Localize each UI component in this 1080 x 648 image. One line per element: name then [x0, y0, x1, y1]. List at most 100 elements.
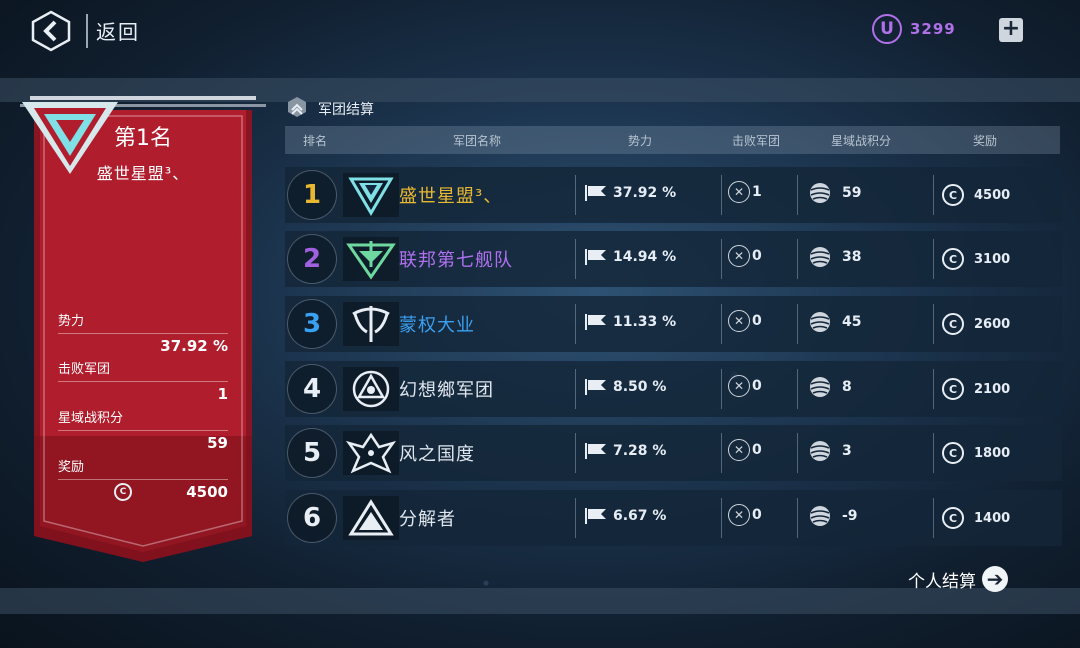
legion-emblem-icon — [22, 102, 118, 174]
stat-divider — [58, 333, 228, 334]
personal-settlement-button[interactable]: 个人结算 ➔ — [908, 566, 1008, 592]
score-value: 3 — [842, 443, 852, 459]
power-value: 37.92 % — [613, 185, 677, 201]
score-cell: -9 — [808, 503, 858, 529]
defeated-value: 1 — [217, 385, 228, 403]
banner-stat-defeated: 击败军团 1 — [58, 358, 228, 403]
back-label[interactable]: 返回 — [96, 16, 140, 45]
defeated-value: 0 — [752, 313, 762, 329]
table-row[interactable]: 5 风之国度 7.28 % ✕ 0 3 C 1800 — [285, 425, 1062, 481]
coin-icon: C — [942, 313, 964, 335]
cell-divider — [721, 239, 722, 279]
cell-divider — [575, 433, 576, 473]
section-chevron-icon — [288, 97, 306, 117]
defeated-value: 0 — [752, 442, 762, 458]
reward-label: 奖励 — [58, 460, 85, 475]
planet-icon — [810, 441, 830, 461]
flag-icon — [585, 379, 606, 395]
cell-divider — [797, 369, 798, 409]
power-value: 14.94 % — [613, 249, 677, 265]
cell-divider — [797, 433, 798, 473]
reward-cell: C 1400 — [942, 507, 1010, 529]
planet-icon — [810, 247, 830, 267]
flag-icon — [585, 314, 606, 330]
banner-stat-score: 星域战积分 59 — [58, 407, 228, 452]
reward-cell: C 4500 — [942, 184, 1010, 206]
defeated-value: 1 — [752, 184, 762, 200]
cell-divider — [797, 175, 798, 215]
legion-emblem-icon — [343, 431, 399, 475]
header-rank: 排名 — [303, 134, 328, 148]
score-value: 59 — [842, 185, 862, 201]
cell-divider — [575, 175, 576, 215]
defeated-value: 0 — [752, 507, 762, 523]
banner-stat-power: 势力 37.92 % — [58, 310, 228, 355]
score-value: 8 — [842, 379, 852, 395]
legion-name: 盛世星盟³、 — [399, 186, 503, 207]
currency-display: U 3299 — [872, 14, 956, 44]
reward-value: 4500 — [186, 483, 228, 501]
back-chevron-icon — [31, 10, 71, 52]
legion-name: 分解者 — [399, 509, 456, 530]
back-button[interactable] — [30, 10, 72, 52]
table-header: 排名 军团名称 势力 击败军团 星域战积分 奖励 — [285, 126, 1060, 154]
table-row[interactable]: 1 盛世星盟³、 37.92 % ✕ 1 59 C 4500 — [285, 167, 1062, 223]
legion-emblem-icon — [343, 237, 399, 281]
stat-divider — [58, 479, 228, 480]
legion-name: 联邦第七舰队 — [399, 250, 513, 271]
arrow-right-icon: ➔ — [982, 566, 1008, 592]
table-row[interactable]: 3 蒙权大业 11.33 % ✕ 0 45 C 2600 — [285, 296, 1062, 352]
header-reward: 奖励 — [973, 134, 998, 148]
reward-value-row: C 4500 — [58, 483, 228, 501]
power-cell: 8.50 % — [585, 379, 666, 395]
skull-icon: ✕ — [728, 310, 750, 332]
reward-cell: C 2600 — [942, 313, 1010, 335]
skull-icon: ✕ — [728, 504, 750, 526]
cell-divider — [797, 498, 798, 538]
header-power: 势力 — [628, 134, 653, 148]
score-value: 59 — [207, 434, 228, 452]
planet-icon — [810, 506, 830, 526]
legion-name: 蒙权大业 — [399, 315, 475, 336]
currency-value: 3299 — [910, 20, 956, 38]
planet-icon — [810, 183, 830, 203]
header-name: 军团名称 — [453, 134, 502, 148]
winner-banner: 第1名 盛世星盟³、 势力 37.92 % 击败军团 1 星域战积分 59 奖励… — [20, 96, 266, 566]
flag-icon — [585, 249, 606, 265]
power-label: 势力 — [58, 314, 85, 329]
reward-value: 1400 — [974, 510, 1011, 526]
cell-divider — [721, 304, 722, 344]
defeated-value: 0 — [752, 248, 762, 264]
stat-divider — [58, 430, 228, 431]
score-value: 45 — [842, 314, 862, 330]
score-value: 38 — [842, 249, 862, 265]
skull-icon: ✕ — [728, 181, 750, 203]
defeated-cell: ✕ 0 — [728, 375, 762, 397]
score-value: -9 — [842, 508, 858, 524]
score-cell: 38 — [808, 244, 861, 270]
add-currency-button[interactable]: + — [999, 18, 1023, 42]
coin-icon: C — [942, 507, 964, 529]
power-value: 6.67 % — [613, 508, 667, 524]
banner-stat-reward: 奖励 C 4500 — [58, 456, 228, 501]
cell-divider — [797, 239, 798, 279]
cell-divider — [575, 369, 576, 409]
table-row[interactable]: 2 联邦第七舰队 14.94 % ✕ 0 38 C 3100 — [285, 231, 1062, 287]
defeated-cell: ✕ 0 — [728, 439, 762, 461]
cell-divider — [575, 239, 576, 279]
power-value: 37.92 % — [160, 337, 228, 355]
cell-divider — [933, 369, 934, 409]
table-row[interactable]: 4 幻想鄉军团 8.50 % ✕ 0 8 C 2100 — [285, 361, 1062, 417]
reward-cell: C 1800 — [942, 442, 1010, 464]
coin-icon: C — [942, 248, 964, 270]
cell-divider — [933, 433, 934, 473]
flag-icon — [585, 185, 606, 201]
reward-value: 1800 — [974, 445, 1011, 461]
flag-icon — [585, 508, 606, 524]
power-cell: 14.94 % — [585, 249, 676, 265]
score-cell: 59 — [808, 180, 861, 206]
legion-emblem-icon — [343, 367, 399, 411]
power-cell: 11.33 % — [585, 314, 676, 330]
reward-value: 4500 — [974, 187, 1011, 203]
table-row[interactable]: 6 分解者 6.67 % ✕ 0 -9 C 1400 — [285, 490, 1062, 546]
